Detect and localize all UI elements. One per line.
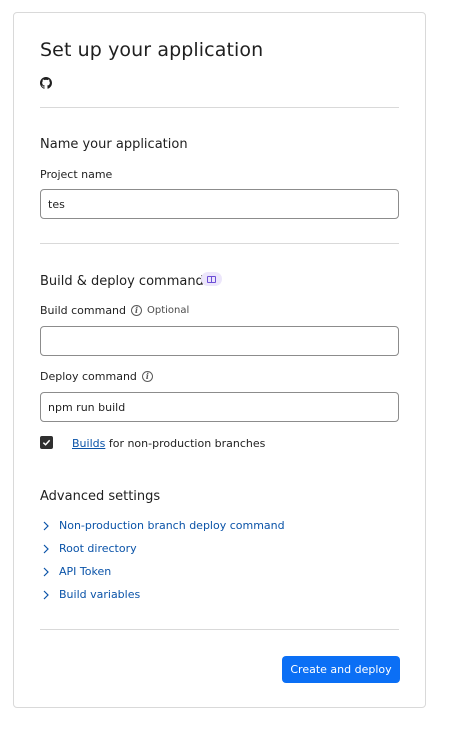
adv-item-nonprod-deploy[interactable]: Non-production branch deploy command — [42, 519, 285, 532]
info-icon[interactable]: i — [141, 371, 153, 382]
checkmark-icon — [42, 439, 51, 446]
chevron-right-icon — [43, 521, 49, 530]
project-name-input[interactable] — [40, 189, 399, 219]
adv-item-api-token[interactable]: API Token — [42, 565, 111, 578]
build-section-title: Build & deploy commands — [40, 274, 211, 289]
builds-checkbox-label: Builds for non-production branches — [72, 437, 265, 450]
setup-card: Set up your application Name your applic… — [13, 12, 426, 708]
builds-link[interactable]: Builds — [72, 437, 105, 450]
divider-top — [40, 107, 399, 108]
project-name-label-text: Project name — [40, 168, 113, 181]
divider-middle — [40, 243, 399, 244]
create-and-deploy-button[interactable]: Create and deploy — [282, 656, 400, 683]
divider-bottom — [40, 629, 399, 630]
chevron-right-icon — [43, 544, 49, 553]
docs-badge[interactable] — [201, 272, 222, 286]
name-section-title: Name your application — [40, 137, 188, 152]
advanced-settings-title: Advanced settings — [40, 489, 161, 504]
build-command-input[interactable] — [40, 326, 399, 356]
book-icon — [207, 275, 216, 283]
adv-item-build-variables[interactable]: Build variables — [42, 588, 140, 601]
adv-item-root-directory[interactable]: Root directory — [42, 542, 137, 555]
chevron-right-icon — [43, 567, 49, 576]
builds-checkbox[interactable] — [40, 436, 53, 449]
chevron-right-icon — [43, 590, 49, 599]
deploy-command-input[interactable] — [40, 392, 399, 422]
page-title: Set up your application — [40, 39, 264, 61]
deploy-command-label: Deploy command i — [40, 370, 153, 383]
info-icon[interactable]: i — [131, 305, 143, 316]
optional-tag: Optional — [147, 305, 190, 316]
build-command-label: Build command i Optional — [40, 304, 189, 317]
project-name-label: Project name — [40, 168, 112, 181]
build-command-label-text: Build command — [40, 304, 127, 317]
adv-item-label: API Token — [59, 565, 112, 578]
adv-item-label: Non-production branch deploy command — [59, 519, 285, 532]
adv-item-label: Build variables — [59, 588, 141, 601]
adv-item-label: Root directory — [59, 542, 137, 555]
builds-label-rest: for non-production branches — [105, 437, 266, 450]
github-icon — [40, 77, 52, 89]
deploy-command-label-text: Deploy command — [40, 370, 137, 383]
